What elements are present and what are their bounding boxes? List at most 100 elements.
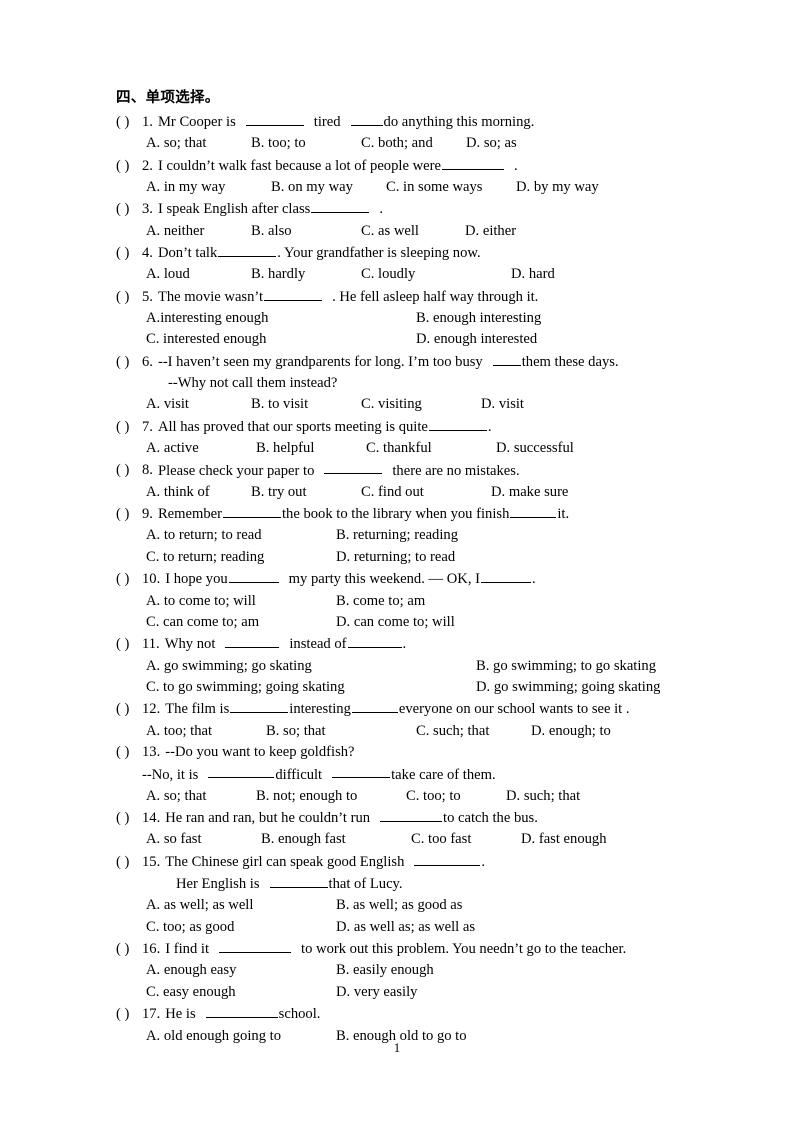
option-c[interactable]: C. find out [361, 482, 491, 503]
option-a[interactable]: A. so fast [146, 829, 261, 850]
option-d[interactable]: D. very easily [336, 982, 417, 1003]
answer-blank[interactable] [230, 698, 289, 714]
option-a[interactable]: A. visit [146, 394, 251, 415]
option-c[interactable]: C. too fast [411, 829, 521, 850]
answer-blank[interactable] [480, 568, 531, 584]
answer-blank[interactable] [350, 111, 383, 126]
option-c[interactable]: C. thankful [366, 438, 496, 459]
answer-bracket[interactable]: ( ) [116, 243, 142, 264]
option-a[interactable]: A. think of [146, 482, 251, 503]
option-c[interactable]: C. in some ways [386, 177, 516, 198]
option-a[interactable]: A. as well; as well [146, 895, 336, 916]
answer-bracket[interactable]: ( ) [116, 287, 142, 308]
answer-bracket[interactable]: ( ) [116, 352, 142, 373]
answer-blank[interactable] [441, 155, 504, 170]
option-a[interactable]: A.interesting enough [146, 308, 416, 329]
answer-blank[interactable] [510, 503, 557, 519]
option-a[interactable]: A. enough easy [146, 960, 336, 981]
option-d[interactable]: D. hard [511, 264, 555, 285]
option-d[interactable]: D. go swimming; going skating [476, 677, 660, 698]
option-a[interactable]: A. loud [146, 264, 251, 285]
answer-bracket[interactable]: ( ) [116, 112, 142, 133]
option-c[interactable]: C. visiting [361, 394, 481, 415]
option-b[interactable]: B. enough fast [261, 829, 411, 850]
answer-bracket[interactable]: ( ) [116, 634, 142, 655]
option-b[interactable]: B. not; enough to [256, 786, 406, 807]
option-d[interactable]: D. by my way [516, 177, 599, 198]
option-c[interactable]: C. too; to [406, 786, 506, 807]
answer-bracket[interactable]: ( ) [116, 569, 142, 590]
option-b[interactable]: B. as well; as good as [336, 895, 462, 916]
option-a[interactable]: A. too; that [146, 721, 266, 742]
answer-bracket[interactable]: ( ) [116, 460, 142, 481]
answer-blank[interactable] [380, 807, 443, 823]
option-b[interactable]: B. returning; reading [336, 525, 458, 546]
option-c[interactable]: C. too; as good [146, 917, 336, 938]
option-d[interactable]: D. such; that [506, 786, 580, 807]
option-a[interactable]: A. so; that [146, 133, 251, 154]
option-d[interactable]: D. so; as [466, 133, 517, 154]
answer-blank[interactable] [332, 764, 391, 779]
answer-blank[interactable] [225, 633, 280, 649]
option-b[interactable]: B. to visit [251, 394, 361, 415]
answer-blank[interactable] [264, 286, 323, 301]
answer-bracket[interactable]: ( ) [116, 808, 142, 829]
answer-bracket[interactable]: ( ) [116, 1004, 142, 1025]
answer-bracket[interactable]: ( ) [116, 742, 142, 763]
answer-blank[interactable] [228, 568, 279, 584]
option-d[interactable]: D. enough; to [531, 721, 611, 742]
answer-bracket[interactable]: ( ) [116, 939, 142, 960]
answer-blank[interactable] [218, 242, 277, 257]
option-c[interactable]: C. to go swimming; going skating [146, 677, 476, 698]
option-b[interactable]: B. too; to [251, 133, 361, 154]
answer-blank[interactable] [245, 111, 304, 126]
answer-blank[interactable] [205, 1003, 278, 1019]
option-d[interactable]: D. make sure [491, 482, 568, 503]
answer-bracket[interactable]: ( ) [116, 852, 142, 873]
option-b[interactable]: B. easily enough [336, 960, 434, 981]
option-d[interactable]: D. fast enough [521, 829, 607, 850]
answer-blank[interactable] [414, 851, 481, 866]
answer-bracket[interactable]: ( ) [116, 199, 142, 220]
option-d[interactable]: D. returning; to read [336, 547, 455, 568]
option-b[interactable]: B. hardly [251, 264, 361, 285]
answer-blank[interactable] [351, 698, 398, 714]
option-c[interactable]: C. easy enough [146, 982, 336, 1003]
answer-blank[interactable] [311, 198, 370, 214]
option-a[interactable]: A. go swimming; go skating [146, 656, 476, 677]
option-b[interactable]: B. also [251, 221, 361, 242]
option-d[interactable]: D. either [465, 221, 516, 242]
option-d[interactable]: D. enough interested [416, 329, 537, 350]
option-a[interactable]: A. to return; to read [146, 525, 336, 546]
option-b[interactable]: B. try out [251, 482, 361, 503]
answer-bracket[interactable]: ( ) [116, 699, 142, 720]
option-a[interactable]: A. active [146, 438, 256, 459]
option-c[interactable]: C. as well [361, 221, 465, 242]
option-d[interactable]: D. successful [496, 438, 574, 459]
option-b[interactable]: B. enough interesting [416, 308, 541, 329]
option-c[interactable]: C. loudly [361, 264, 511, 285]
option-b[interactable]: B. helpful [256, 438, 366, 459]
answer-blank[interactable] [222, 503, 281, 519]
answer-blank[interactable] [269, 873, 328, 888]
answer-blank[interactable] [428, 416, 487, 431]
option-c[interactable]: C. such; that [416, 721, 531, 742]
answer-bracket[interactable]: ( ) [116, 504, 142, 525]
answer-blank[interactable] [208, 764, 275, 779]
option-a[interactable]: A. so; that [146, 786, 256, 807]
option-c[interactable]: C. can come to; am [146, 612, 336, 633]
option-d[interactable]: D. visit [481, 394, 524, 415]
option-b[interactable]: B. come to; am [336, 591, 425, 612]
option-b[interactable]: B. on my way [271, 177, 386, 198]
answer-bracket[interactable]: ( ) [116, 417, 142, 438]
answer-blank[interactable] [219, 938, 292, 954]
answer-blank[interactable] [324, 460, 383, 475]
answer-blank[interactable] [492, 351, 521, 366]
answer-blank[interactable] [347, 633, 402, 649]
option-d[interactable]: D. can come to; will [336, 612, 455, 633]
option-c[interactable]: C. interested enough [146, 329, 416, 350]
option-d[interactable]: D. as well as; as well as [336, 917, 475, 938]
option-a[interactable]: A. in my way [146, 177, 271, 198]
option-c[interactable]: C. both; and [361, 133, 466, 154]
option-b[interactable]: B. so; that [266, 721, 416, 742]
